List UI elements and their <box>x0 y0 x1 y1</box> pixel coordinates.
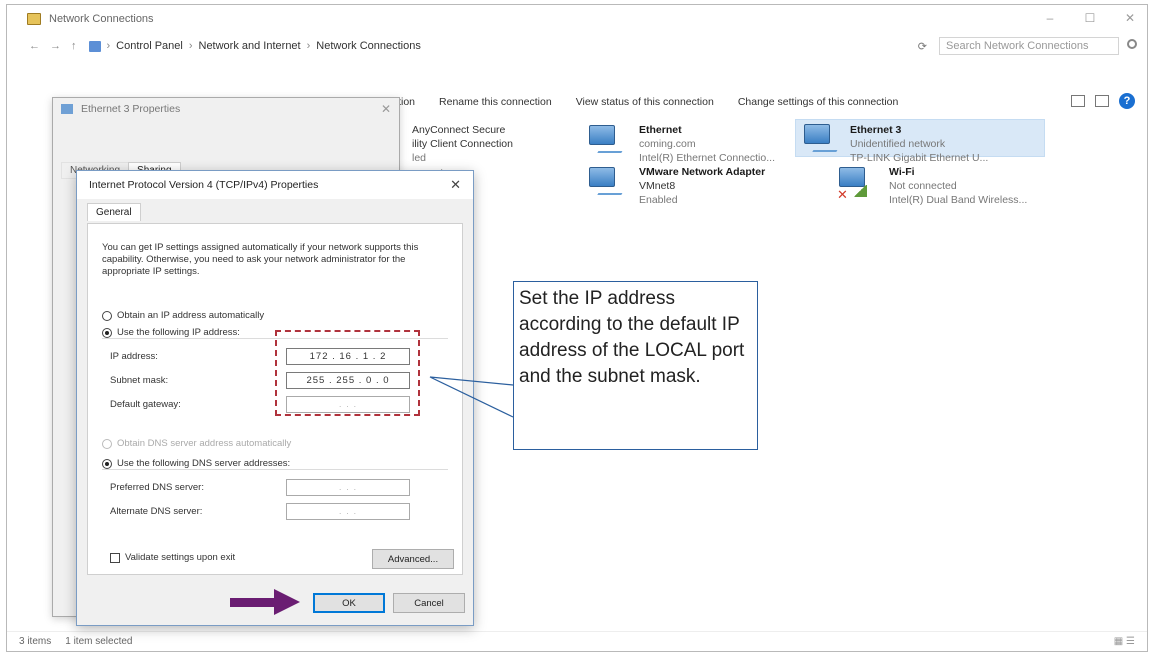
ipv4-dialog-title: Internet Protocol Version 4 (TCP/IPv4) P… <box>77 171 473 199</box>
alternate-dns-input[interactable]: . . . <box>286 503 410 520</box>
breadcrumb-separator: › <box>306 40 311 52</box>
help-icon[interactable]: ? <box>1119 93 1135 109</box>
ok-button[interactable]: OK <box>313 593 385 613</box>
window-controls: – ☐ ✕ <box>1043 11 1137 25</box>
preferred-dns-input[interactable]: . . . <box>286 479 410 496</box>
radio-label: Use the following IP address: <box>117 327 240 338</box>
checkbox-label: Validate settings upon exit <box>125 552 236 563</box>
adapter-name: Wi-Fi <box>889 166 915 178</box>
radio-label: Use the following DNS server addresses: <box>117 458 291 469</box>
instruction-callout: Set the IP address according to the defa… <box>513 281 758 450</box>
ip-fields-highlight <box>275 330 420 416</box>
adapter-name: Ethernet 3 <box>850 124 902 136</box>
radio-use-following-dns[interactable]: Use the following DNS server addresses: <box>102 458 290 469</box>
adapter-anyconnect[interactable]: AnyConnect Secure ility Client Connectio… <box>412 123 513 165</box>
adapter-line3: Intel(R) Ethernet Connectio... <box>639 152 775 164</box>
search-input[interactable]: Search Network Connections <box>939 37 1119 55</box>
forward-arrow-icon[interactable]: → <box>50 40 61 52</box>
radio-dot <box>102 310 112 321</box>
adapter-wifi[interactable]: ✕ Wi-Fi Not connected Intel(R) Dual Band… <box>835 165 1055 207</box>
window-titlebar: Network Connections – ☐ ✕ <box>7 5 1147 33</box>
command-bar: ection Rename this connection View statu… <box>387 91 1135 113</box>
group-divider <box>102 469 448 470</box>
radio-obtain-ip-auto[interactable]: Obtain an IP address automatically <box>102 310 264 321</box>
adapter-vmware[interactable]: VMware Network Adapter VMnet8 Enabled <box>585 165 795 207</box>
maximize-button[interactable]: ☐ <box>1083 11 1097 25</box>
tab-general[interactable]: General <box>87 203 141 221</box>
back-arrow-icon[interactable]: ← <box>29 40 40 52</box>
adapter-small-icon <box>61 104 73 114</box>
up-arrow-icon[interactable]: ↑ <box>71 40 77 52</box>
breadcrumb: › Control Panel › Network and Internet ›… <box>88 40 421 52</box>
adapter-line2: VMnet8 <box>639 180 676 192</box>
breadcrumb-network-internet[interactable]: Network and Internet <box>199 40 301 52</box>
adapter-line3: led <box>412 152 427 164</box>
refresh-icon[interactable]: ⟳ <box>918 40 927 53</box>
network-connections-icon <box>27 13 41 25</box>
breadcrumb-network-connections[interactable]: Network Connections <box>316 40 421 52</box>
properties-close-icon[interactable]: ✕ <box>381 102 391 116</box>
adapter-line3: Enabled <box>639 194 678 206</box>
adapter-line2: Unidentified network <box>850 138 946 150</box>
preview-pane-icon[interactable] <box>1095 95 1109 107</box>
change-view-icon[interactable] <box>1071 95 1085 107</box>
adapter-line3: TP-LINK Gigabit Ethernet U... <box>850 152 989 164</box>
adapter-ethernet-3[interactable]: Ethernet 3 Unidentified network TP-LINK … <box>795 119 1045 164</box>
search-icon <box>1127 39 1137 49</box>
validate-settings-checkbox[interactable]: Validate settings upon exit <box>110 552 235 563</box>
adapter-line2: ility Client Connection <box>412 138 513 150</box>
properties-title: Ethernet 3 Properties <box>81 103 181 115</box>
radio-dot-selected <box>102 327 112 338</box>
ip-address-label: IP address: <box>110 351 158 362</box>
command-icons: ? <box>1071 93 1135 109</box>
close-button[interactable]: ✕ <box>1123 11 1137 25</box>
ok-pointer-arrow-icon <box>230 589 302 615</box>
nav-buttons: ← → ↑ <box>29 40 77 52</box>
radio-dot-selected <box>102 458 112 469</box>
radio-use-following-ip[interactable]: Use the following IP address: <box>102 327 240 338</box>
checkbox-box <box>110 552 120 563</box>
adapter-name: AnyConnect Secure <box>412 124 506 136</box>
advanced-button[interactable]: Advanced... <box>372 549 454 569</box>
wifi-adapter-icon: ✕ <box>835 165 875 202</box>
adapter-line3: Intel(R) Dual Band Wireless... <box>889 194 1028 206</box>
ipv4-description: You can get IP settings assigned automat… <box>102 242 419 277</box>
network-adapter-icon <box>585 123 625 157</box>
properties-titlebar: Ethernet 3 Properties <box>53 98 399 120</box>
adapter-name: Ethernet <box>639 124 682 136</box>
ipv4-close-icon[interactable]: ✕ <box>450 177 461 193</box>
view-toggle-icons[interactable]: ▦ ☰ <box>1114 636 1135 647</box>
control-panel-icon <box>88 40 101 52</box>
radio-obtain-dns-auto[interactable]: Obtain DNS server address automatically <box>102 438 291 449</box>
window-title: Network Connections <box>49 13 154 25</box>
breadcrumb-control-panel[interactable]: Control Panel <box>116 40 183 52</box>
view-status-command[interactable]: View status of this connection <box>576 96 714 108</box>
radio-label: Obtain an IP address automatically <box>117 310 265 321</box>
radio-label: Obtain DNS server address automatically <box>117 438 292 449</box>
disconnected-x-icon: ✕ <box>837 187 848 202</box>
status-bar: 3 items 1 item selected ▦ ☰ <box>7 631 1147 651</box>
adapter-line2: Not connected <box>889 180 957 192</box>
network-adapter-icon <box>585 165 625 199</box>
preferred-dns-label: Preferred DNS server: <box>110 482 204 493</box>
selected-count: 1 item selected <box>65 636 133 647</box>
adapter-ethernet[interactable]: Ethernet coming.com Intel(R) Ethernet Co… <box>585 123 795 165</box>
adapter-name: VMware Network Adapter <box>639 166 766 178</box>
breadcrumb-separator: › <box>106 40 111 52</box>
change-settings-command[interactable]: Change settings of this connection <box>738 96 899 108</box>
minimize-button[interactable]: – <box>1043 11 1057 25</box>
item-count: 3 items <box>19 636 52 647</box>
radio-dot <box>102 438 112 449</box>
subnet-mask-label: Subnet mask: <box>110 375 169 386</box>
alternate-dns-label: Alternate DNS server: <box>110 506 203 517</box>
default-gateway-label: Default gateway: <box>110 399 181 410</box>
cancel-button[interactable]: Cancel <box>393 593 465 613</box>
breadcrumb-separator: › <box>188 40 193 52</box>
rename-connection-command[interactable]: Rename this connection <box>439 96 552 108</box>
address-bar: ← → ↑ › Control Panel › Network and Inte… <box>7 33 1147 59</box>
adapter-line2: coming.com <box>639 138 696 150</box>
signal-bars-icon <box>853 185 867 197</box>
network-adapter-icon <box>800 122 840 156</box>
